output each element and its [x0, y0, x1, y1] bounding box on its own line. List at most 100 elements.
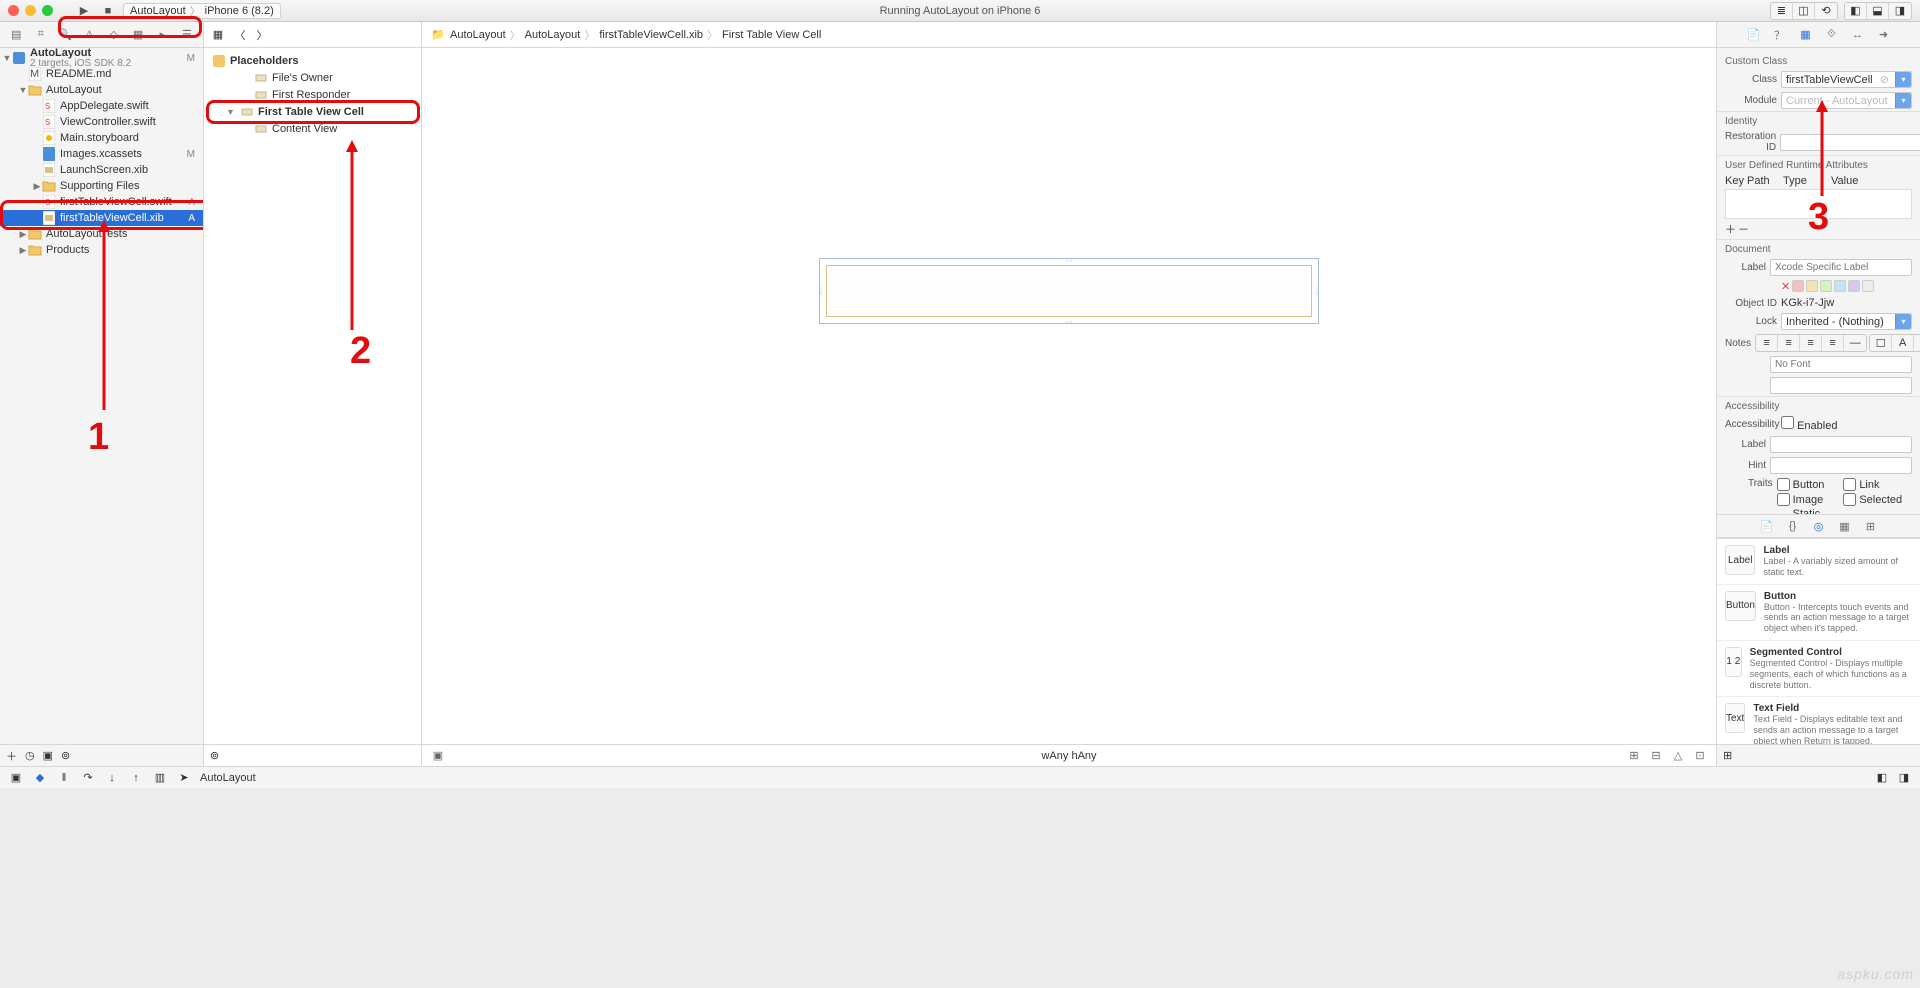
grid-toggle-icon[interactable]: ⊞: [1723, 749, 1732, 762]
debug-navigator-icon[interactable]: ▦: [130, 27, 146, 43]
outline-filter-bar[interactable]: ⊚: [204, 744, 421, 766]
attributes-inspector-icon[interactable]: ⟐: [1824, 27, 1840, 43]
outline-item[interactable]: First Responder: [204, 86, 421, 103]
library-item[interactable]: LabelLabelLabel - A variably sized amoun…: [1717, 539, 1920, 585]
notes-font-input[interactable]: [1770, 356, 1912, 373]
run-button[interactable]: ▶: [75, 4, 93, 18]
library-item[interactable]: TextText FieldText Field - Displays edit…: [1717, 697, 1920, 744]
tree-item[interactable]: ▶Supporting Files: [0, 178, 203, 194]
udra-table[interactable]: [1725, 189, 1912, 219]
outline-item[interactable]: File's Owner: [204, 69, 421, 86]
step-over-icon[interactable]: ↷: [80, 770, 96, 786]
forward-icon[interactable]: 〉: [254, 27, 270, 43]
acc-label-input[interactable]: [1770, 436, 1912, 453]
step-out-icon[interactable]: ↑: [128, 770, 144, 786]
tree-item[interactable]: LaunchScreen.xib: [0, 162, 203, 178]
issue-navigator-icon[interactable]: ⚠: [81, 27, 97, 43]
grid-view-icon[interactable]: ⊞: [1863, 518, 1879, 534]
navigator-tabs[interactable]: ▤ ⌗ 🔍 ⚠ ◇ ▦ ▸ ☰: [0, 22, 203, 48]
outline-item[interactable]: Content View: [204, 120, 421, 137]
tree-item[interactable]: sViewController.swift: [0, 114, 203, 130]
stop-button[interactable]: ■: [99, 4, 117, 18]
bc-0[interactable]: AutoLayout: [450, 29, 506, 41]
acc-hint-input[interactable]: [1770, 457, 1912, 474]
clock-icon[interactable]: ◷: [25, 749, 35, 762]
class-combo[interactable]: firstTableViewCell ⊘ ▾: [1781, 71, 1912, 88]
bc-2[interactable]: firstTableViewCell.xib: [599, 29, 703, 41]
test-navigator-icon[interactable]: ◇: [106, 27, 122, 43]
toggle-navigator-icon[interactable]: ◧: [1845, 3, 1867, 19]
back-icon[interactable]: 〈: [232, 27, 248, 43]
tree-item[interactable]: sfirstTableViewCell.swiftA: [0, 194, 203, 210]
filter-icon[interactable]: ⊚: [61, 749, 70, 762]
panel-toggle-segment[interactable]: ◧ ⬓ ◨: [1844, 2, 1912, 20]
step-into-icon[interactable]: ↓: [104, 770, 120, 786]
ib-design-area[interactable]: ∙∙∙ ∙∙∙ ⋮ ⋮: [422, 48, 1716, 744]
tree-item[interactable]: ▶AutoLayoutTests: [0, 226, 203, 242]
library-item[interactable]: 1 2Segmented ControlSegmented Control - …: [1717, 641, 1920, 697]
close-icon[interactable]: [8, 5, 19, 16]
module-combo[interactable]: Current - AutoLayout ▾: [1781, 92, 1912, 109]
library-item[interactable]: ButtonButtonButton - Intercepts touch ev…: [1717, 585, 1920, 641]
accessibility-enabled-checkbox[interactable]: Enabled: [1781, 416, 1837, 432]
tree-item[interactable]: sAppDelegate.swift: [0, 98, 203, 114]
debug-scheme[interactable]: AutoLayout: [200, 772, 256, 784]
help-inspector-icon[interactable]: ？: [1772, 27, 1788, 43]
continue-icon[interactable]: ‖: [56, 770, 72, 786]
identity-inspector-icon[interactable]: ▦: [1798, 27, 1814, 43]
toggle-debug-icon[interactable]: ⬓: [1867, 3, 1889, 19]
doc-label-input[interactable]: [1770, 259, 1912, 276]
inspector-tabs[interactable]: 📄 ？ ▦ ⟐ ↔ ➜: [1717, 22, 1920, 48]
add-icon[interactable]: ＋: [6, 748, 17, 764]
navigator-filter-bar[interactable]: ＋ ◷ ▣ ⊚: [0, 744, 203, 766]
scm-filter-icon[interactable]: ▣: [43, 749, 53, 762]
resolve-icon[interactable]: △: [1670, 748, 1686, 764]
chevron-down-icon[interactable]: ▾: [1895, 72, 1911, 87]
trait-checkbox[interactable]: Image: [1777, 493, 1838, 506]
breakpoints-icon[interactable]: ◆: [32, 770, 48, 786]
file-template-icon[interactable]: 📄: [1759, 518, 1775, 534]
tree-item[interactable]: Main.storyboard: [0, 130, 203, 146]
restoration-id-input[interactable]: [1780, 134, 1920, 151]
location-icon[interactable]: ➤: [176, 770, 192, 786]
tree-item[interactable]: ▼AutoLayout: [0, 82, 203, 98]
scheme-selector[interactable]: AutoLayout 〉 iPhone 6 (8.2): [123, 3, 281, 19]
traits-grid[interactable]: Button Link Image Selected Static Text: [1777, 478, 1912, 514]
filter-icon[interactable]: ⊚: [210, 749, 219, 762]
file-inspector-icon[interactable]: 📄: [1746, 27, 1762, 43]
trait-checkbox[interactable]: Selected: [1843, 493, 1904, 506]
chevron-down-icon[interactable]: ▾: [1895, 93, 1911, 108]
project-navigator-icon[interactable]: ▤: [8, 27, 24, 43]
content-view-canvas[interactable]: [826, 265, 1312, 317]
tree-item[interactable]: MREADME.md: [0, 66, 203, 82]
code-snippet-icon[interactable]: {}: [1785, 518, 1801, 534]
bc-3[interactable]: First Table View Cell: [722, 29, 821, 41]
size-inspector-icon[interactable]: ↔: [1850, 27, 1866, 43]
chevron-down-icon[interactable]: ▾: [1895, 314, 1911, 329]
library-filter-bar[interactable]: ⊞: [1717, 744, 1920, 766]
console-view-icon[interactable]: ◨: [1896, 770, 1912, 786]
resizing-icon[interactable]: ⊡: [1692, 748, 1708, 764]
label-color-swatches[interactable]: ✕: [1717, 278, 1920, 295]
add-attr-icon[interactable]: ＋: [1725, 221, 1736, 237]
variables-view-icon[interactable]: ◧: [1874, 770, 1890, 786]
tree-item[interactable]: ▶Products: [0, 242, 203, 258]
connections-inspector-icon[interactable]: ➜: [1876, 27, 1892, 43]
version-editor-icon[interactable]: ⟲: [1815, 3, 1837, 19]
editor-mode-segment[interactable]: ≣ ◫ ⟲: [1770, 2, 1838, 20]
minimize-icon[interactable]: [25, 5, 36, 16]
tree-item[interactable]: Images.xcassetsM: [0, 146, 203, 162]
breakpoint-navigator-icon[interactable]: ▸: [154, 27, 170, 43]
object-library-icon[interactable]: ◎: [1811, 518, 1827, 534]
find-navigator-icon[interactable]: 🔍: [57, 27, 73, 43]
symbol-navigator-icon[interactable]: ⌗: [33, 27, 49, 43]
toggle-outline-icon[interactable]: ▣: [430, 748, 446, 764]
trait-checkbox[interactable]: Button: [1777, 478, 1838, 491]
outline-tree[interactable]: PlaceholdersFile's OwnerFirst Responder▼…: [204, 48, 421, 137]
assistant-editor-icon[interactable]: ◫: [1793, 3, 1815, 19]
standard-editor-icon[interactable]: ≣: [1771, 3, 1793, 19]
report-navigator-icon[interactable]: ☰: [179, 27, 195, 43]
table-view-cell-canvas[interactable]: ∙∙∙ ∙∙∙ ⋮ ⋮: [819, 258, 1319, 324]
trait-checkbox[interactable]: Link: [1843, 478, 1904, 491]
project-tree[interactable]: ▼ AutoLayout 2 targets, iOS SDK 8.2 M MR…: [0, 48, 203, 744]
